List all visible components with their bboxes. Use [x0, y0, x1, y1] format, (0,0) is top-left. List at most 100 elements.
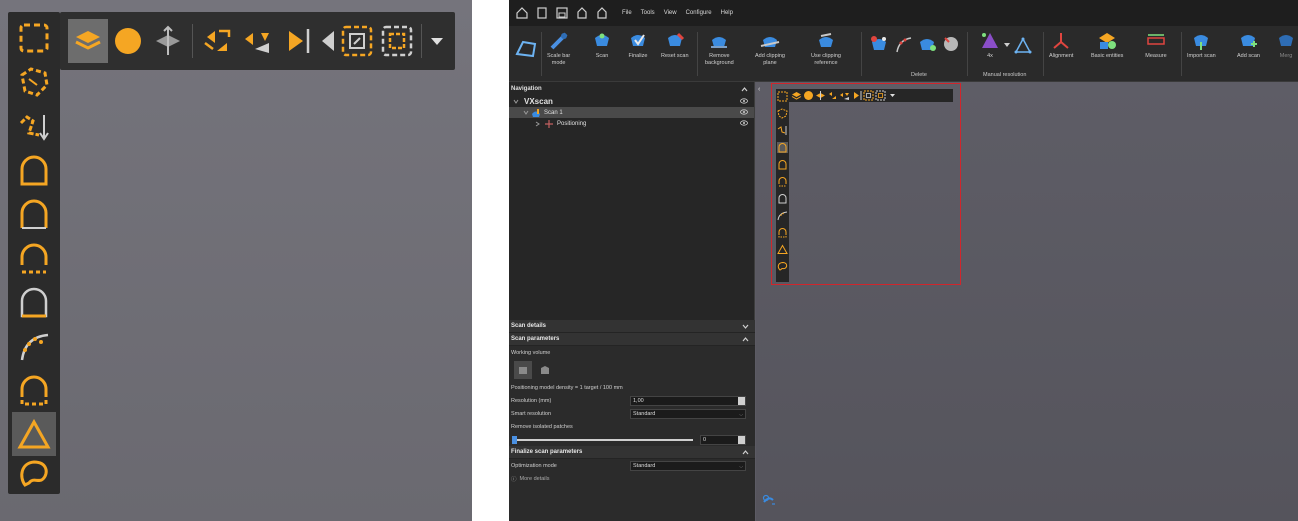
eye-icon[interactable]: [740, 120, 748, 126]
chevron-up-icon[interactable]: [741, 86, 748, 92]
shrink-region-icon[interactable]: [875, 90, 886, 101]
finalize-parameters-header[interactable]: Finalize scan parameters: [509, 446, 755, 459]
expand-region-icon[interactable]: [337, 19, 377, 63]
sphere-icon[interactable]: [803, 90, 814, 101]
isolated-patches-slider[interactable]: [515, 439, 693, 441]
isolated-spinner[interactable]: [738, 436, 745, 444]
layers-icon[interactable]: [791, 90, 802, 101]
delete-surface-icon[interactable]: [941, 34, 961, 56]
chevron-down-icon[interactable]: [523, 110, 529, 115]
save-icon[interactable]: [553, 4, 571, 22]
chevron-down-icon[interactable]: [742, 324, 749, 329]
chevron-down-icon[interactable]: [513, 99, 519, 104]
triangle-icon[interactable]: [12, 412, 56, 456]
scan-button[interactable]: Scan: [591, 30, 613, 60]
select-polyline-icon[interactable]: [777, 125, 788, 136]
shape-arch-gray-icon[interactable]: [12, 280, 56, 324]
shape-arch-dashed-icon[interactable]: [777, 176, 788, 187]
new-file-icon[interactable]: [533, 4, 551, 22]
eye-icon[interactable]: [740, 109, 748, 115]
chevron-up-icon[interactable]: [742, 449, 749, 455]
expand-region-icon[interactable]: [863, 90, 874, 101]
resolution-4x-button[interactable]: 4x: [979, 30, 1001, 60]
reset-scan-button[interactable]: Reset scan: [661, 30, 689, 60]
tree-item-vxscan[interactable]: VXscan: [509, 96, 754, 107]
delete-triangle-icon[interactable]: [869, 34, 889, 56]
chevron-up-icon[interactable]: [742, 336, 749, 342]
chevron-right-icon[interactable]: [535, 121, 540, 127]
shrink-region-icon[interactable]: [377, 19, 417, 63]
shape-arch-dashed-icon[interactable]: [12, 236, 56, 280]
merge-button[interactable]: Merg: [1275, 30, 1297, 60]
select-freeform-icon[interactable]: [777, 108, 788, 119]
resolution-spinner[interactable]: [738, 397, 745, 405]
grow-selection-icon[interactable]: [197, 19, 237, 63]
tree-item-scan-1[interactable]: Scan 1: [509, 107, 754, 118]
scan-parameters-header[interactable]: Scan parameters: [509, 333, 755, 346]
volume-large-icon[interactable]: [536, 361, 554, 379]
select-rectangle-icon[interactable]: [777, 91, 788, 102]
menu-tools[interactable]: Tools: [641, 10, 655, 16]
sphere-icon[interactable]: [108, 19, 148, 63]
use-clipping-reference-button[interactable]: Use clipping reference: [811, 30, 841, 67]
tree-item-positioning[interactable]: Positioning: [509, 118, 754, 129]
select-rectangle-icon[interactable]: [12, 16, 56, 60]
add-clipping-plane-button[interactable]: Add clipping plane: [755, 30, 785, 67]
delete-points-icon[interactable]: [893, 34, 913, 56]
basic-entities-button[interactable]: Basic entities: [1091, 30, 1123, 60]
add-scan-button[interactable]: Add scan: [1237, 30, 1260, 60]
viewport-orientation-icon[interactable]: [761, 492, 777, 508]
shape-dashed-arch-icon[interactable]: [12, 368, 56, 412]
eye-icon[interactable]: [740, 98, 748, 104]
delete-isolated-icon[interactable]: [917, 34, 937, 56]
collapse-panel-icon[interactable]: ‹: [758, 86, 766, 94]
shape-arch-double-icon[interactable]: [777, 159, 788, 170]
lasso-icon[interactable]: [12, 452, 56, 496]
isolated-patches-input[interactable]: 0: [700, 435, 746, 445]
more-details-row[interactable]: ⓘ More details: [509, 472, 755, 485]
shrink-selection-icon[interactable]: [839, 90, 850, 101]
lasso-icon[interactable]: [777, 261, 788, 272]
optimization-select[interactable]: Standard ⌵: [630, 461, 746, 471]
expand-right-icon[interactable]: [851, 90, 862, 101]
menu-view[interactable]: View: [664, 10, 677, 16]
shape-arch-icon[interactable]: [777, 142, 788, 153]
curve-points-icon[interactable]: [12, 324, 56, 368]
shape-arch-double-icon[interactable]: [12, 192, 56, 236]
volume-small-icon[interactable]: [514, 361, 532, 379]
remove-background-button[interactable]: Remove background: [705, 30, 734, 67]
more-details-link[interactable]: More details: [520, 476, 550, 482]
shape-dashed-arch-icon[interactable]: [777, 227, 788, 238]
3d-viewport[interactable]: ‹: [756, 82, 1298, 521]
redo-icon[interactable]: [593, 4, 611, 22]
collapse-left-icon[interactable]: [317, 19, 337, 63]
resolution-dropdown-icon[interactable]: [1003, 42, 1011, 48]
scan-details-header[interactable]: Scan details: [509, 320, 755, 333]
plane-split-icon[interactable]: [815, 90, 826, 101]
shape-arch-icon[interactable]: [12, 148, 56, 192]
scan-mode-icon[interactable]: [513, 36, 539, 62]
import-scan-button[interactable]: Import scan: [1187, 30, 1216, 60]
alignment-button[interactable]: Alignment: [1049, 30, 1073, 60]
grow-selection-icon[interactable]: [827, 90, 838, 101]
dropdown-icon[interactable]: [887, 90, 898, 101]
menu-help[interactable]: Help: [721, 10, 733, 16]
undo-icon[interactable]: [573, 4, 591, 22]
select-polyline-icon[interactable]: [12, 104, 56, 148]
shrink-selection-icon[interactable]: [237, 19, 277, 63]
shape-arch-gray-icon[interactable]: [777, 193, 788, 204]
expand-right-icon[interactable]: [277, 19, 317, 63]
measure-button[interactable]: Measure: [1145, 30, 1167, 60]
slider-handle[interactable]: [512, 436, 517, 444]
resolution-auto-icon[interactable]: [1013, 36, 1033, 56]
plane-split-icon[interactable]: [148, 19, 188, 63]
select-freeform-icon[interactable]: [12, 60, 56, 104]
layers-icon[interactable]: [68, 19, 108, 63]
home-icon[interactable]: [513, 4, 531, 22]
menu-configure[interactable]: Configure: [686, 10, 712, 16]
resolution-input[interactable]: 1,00: [630, 396, 746, 406]
triangle-icon[interactable]: [777, 244, 788, 255]
curve-points-icon[interactable]: [777, 210, 788, 221]
smart-resolution-select[interactable]: Standard ⌵: [630, 409, 746, 419]
finalize-button[interactable]: Finalize: [627, 30, 649, 60]
